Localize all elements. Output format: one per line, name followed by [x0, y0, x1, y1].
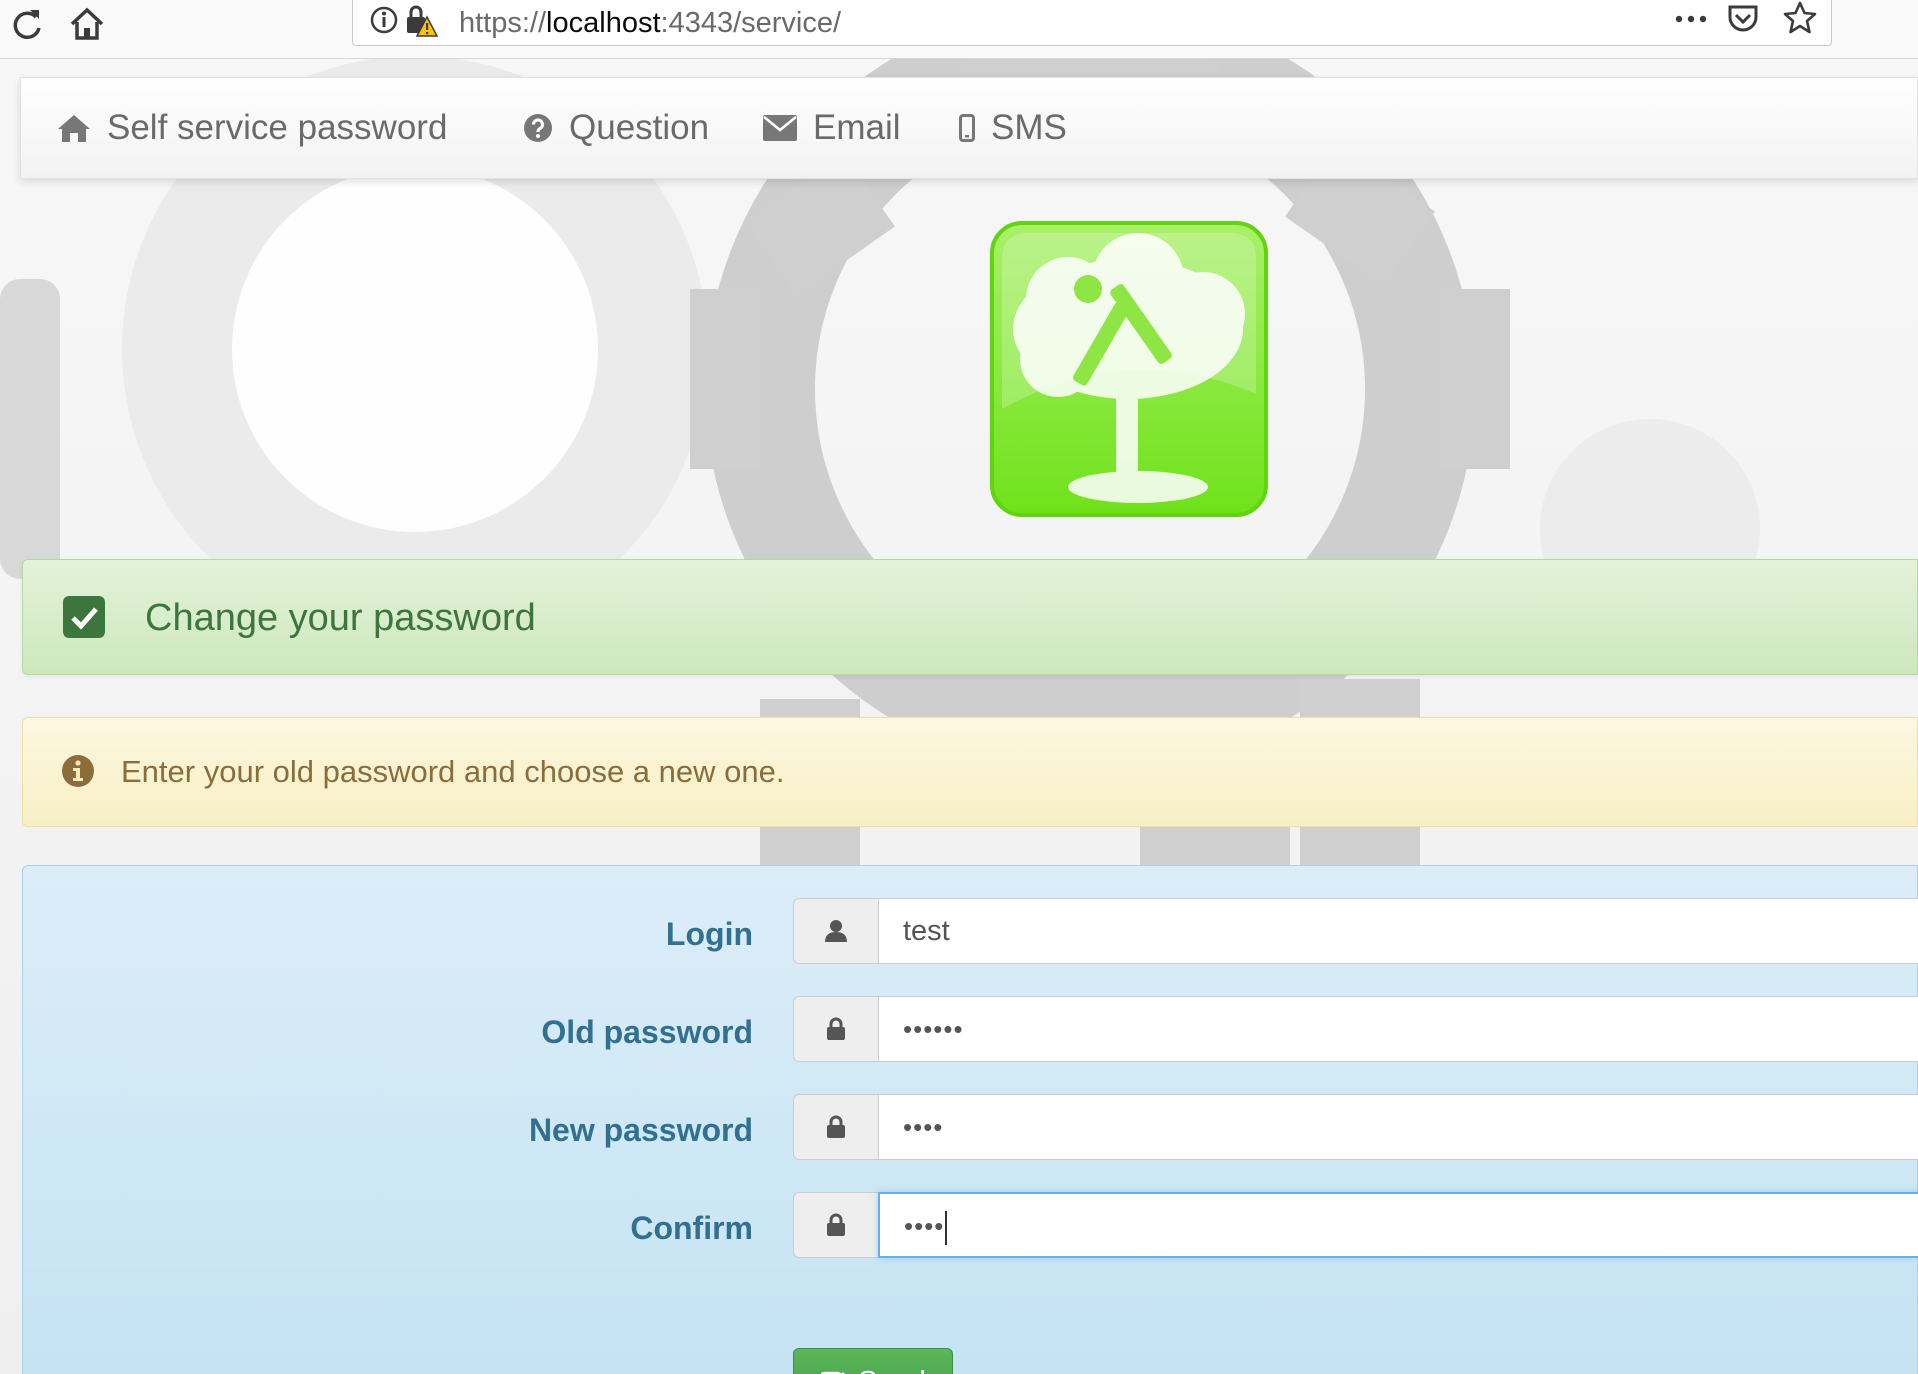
confirm-row: Confirm ••••: [23, 1192, 1918, 1260]
send-button[interactable]: Send: [793, 1348, 953, 1374]
nav-brand-label: Self service password: [107, 108, 448, 147]
send-button-label: Send: [858, 1366, 926, 1374]
login-input[interactable]: test: [878, 898, 1918, 964]
lock-icon: [827, 1213, 845, 1236]
info-message: Enter your old password and choose a new…: [121, 754, 785, 789]
nav-item-email[interactable]: Email: [763, 108, 901, 148]
pocket-icon[interactable]: [1725, 1, 1761, 37]
lock-icon: [827, 1115, 845, 1138]
login-row: Login test: [23, 898, 1918, 966]
old-password-row: Old password ••••••: [23, 996, 1918, 1064]
navbar: Self service password Question Email SMS: [20, 77, 1918, 179]
login-addon: [793, 898, 879, 964]
url-host: localhost: [546, 7, 661, 39]
info-icon[interactable]: [369, 3, 399, 37]
url-bar[interactable]: https://localhost:4343/service/: [352, 0, 1832, 46]
confirm-value: ••••: [904, 1211, 945, 1241]
info-alert: Enter your old password and choose a new…: [22, 717, 1918, 827]
check-square-icon: [63, 596, 105, 638]
home-icon: [70, 7, 104, 40]
text-caret: [945, 1211, 948, 1246]
nav-item-sms[interactable]: SMS: [959, 108, 1067, 148]
insecure-lock-icon[interactable]: [403, 3, 439, 39]
ltb-logo: [990, 221, 1268, 517]
info-circle-icon: [62, 755, 94, 787]
page-title: Change your password: [145, 597, 536, 639]
question-circle-icon: [524, 114, 552, 142]
old-password-label: Old password: [541, 1014, 753, 1050]
mobile-phone-icon: [959, 114, 975, 142]
nav-item-question-label: Question: [569, 108, 710, 147]
more-icon[interactable]: [1673, 11, 1709, 27]
new-password-input[interactable]: ••••: [878, 1094, 1918, 1160]
nav-item-question[interactable]: Question: [523, 108, 709, 148]
home-button[interactable]: [66, 4, 108, 46]
url-path: :4343/service/: [660, 7, 842, 39]
reload-button[interactable]: [6, 4, 48, 46]
confirm-addon: [793, 1192, 879, 1258]
nav-brand-link[interactable]: Self service password: [57, 108, 447, 148]
login-label: Login: [665, 916, 753, 952]
url-scheme: https://: [459, 7, 547, 39]
old-password-input[interactable]: ••••••: [878, 996, 1918, 1062]
new-password-row: New password ••••: [23, 1094, 1918, 1162]
home-icon: [58, 115, 90, 142]
nav-item-email-label: Email: [813, 108, 901, 147]
success-alert: Change your password: [22, 559, 1918, 675]
new-password-addon: [793, 1094, 879, 1160]
confirm-input[interactable]: ••••: [878, 1192, 1918, 1258]
url-text[interactable]: https://localhost:4343/service/: [459, 7, 841, 40]
check-square-o-icon: [820, 1371, 846, 1374]
bookmark-star-icon[interactable]: [1781, 0, 1819, 37]
browser-toolbar: https://localhost:4343/service/: [0, 0, 1918, 59]
user-icon: [825, 920, 847, 942]
nav-item-sms-label: SMS: [991, 108, 1067, 147]
change-password-form: Login test Old password •••••• New passw…: [22, 865, 1918, 1374]
confirm-label: Confirm: [630, 1210, 753, 1246]
lock-icon: [827, 1017, 845, 1040]
reload-icon: [13, 10, 41, 40]
new-password-label: New password: [528, 1112, 753, 1148]
page-content: Self service password Question Email SMS: [0, 59, 1918, 1374]
old-password-addon: [793, 996, 879, 1062]
envelope-icon: [763, 115, 797, 141]
